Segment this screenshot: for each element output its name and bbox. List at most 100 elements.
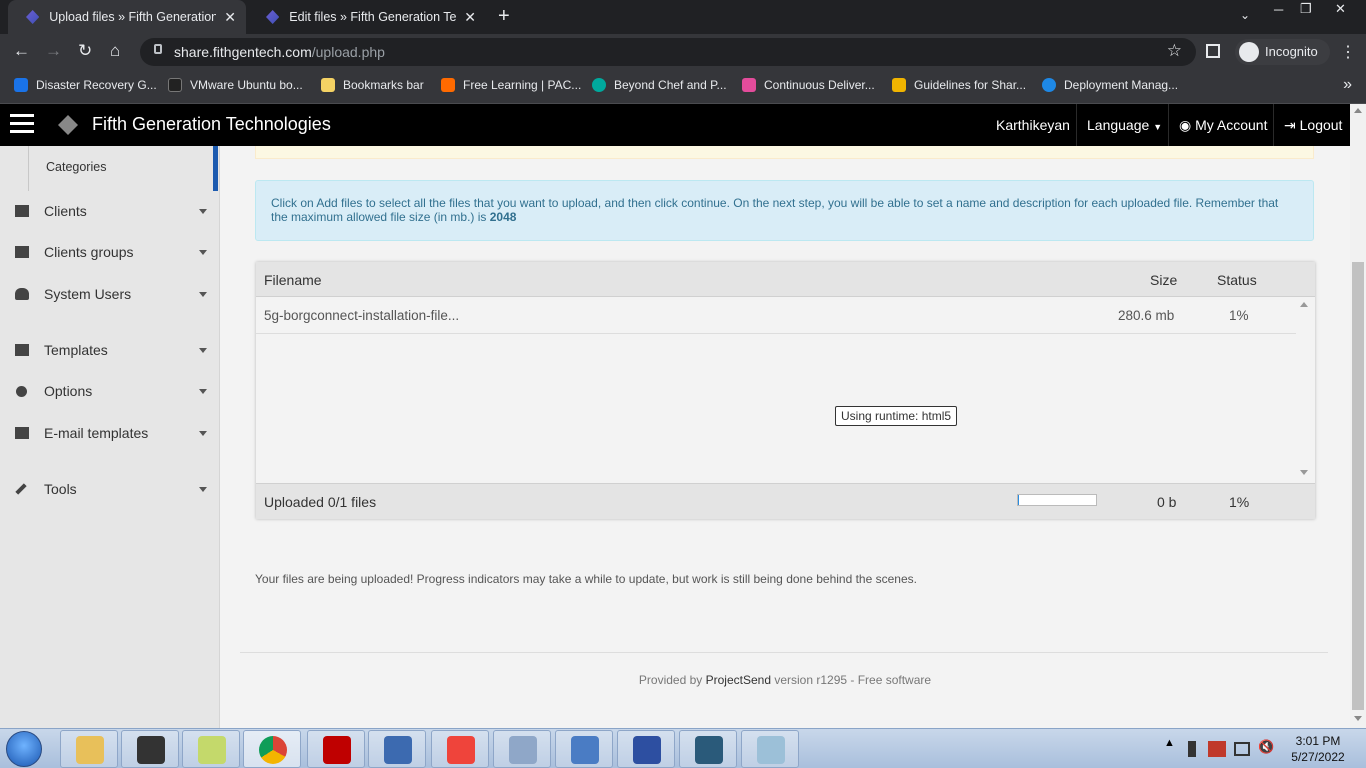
notepad-icon	[757, 736, 785, 764]
tab-close-icon[interactable]: ✕	[464, 9, 476, 26]
tab-search-icon[interactable]: ⌄	[1240, 8, 1250, 22]
envelope-icon	[15, 427, 29, 439]
warning-alert	[255, 146, 1314, 159]
bookmark-item[interactable]: Disaster Recovery G...	[14, 78, 157, 92]
bookmark-star-icon[interactable]: ☆	[1167, 41, 1182, 61]
projectsend-link[interactable]: ProjectSend	[706, 673, 771, 687]
bookmark-item[interactable]: Continuous Deliver...	[742, 78, 875, 92]
network-icon[interactable]	[1234, 742, 1250, 756]
taskbar-app-tools[interactable]	[493, 730, 551, 768]
sidebar-item-clients-groups[interactable]: Clients groups	[0, 234, 218, 270]
tray-app-icon[interactable]	[1188, 741, 1196, 757]
caret-down-icon	[199, 208, 207, 214]
caret-down-icon	[199, 249, 207, 255]
max-size-value: 2048	[489, 210, 517, 224]
taskbar-app-notes[interactable]	[182, 730, 240, 768]
logout-link[interactable]: ⇥ Logout	[1273, 104, 1352, 146]
tab-close-icon[interactable]: ✕	[224, 9, 236, 26]
wrench-icon	[15, 483, 27, 495]
users-icon	[15, 288, 29, 300]
tab-title: Edit files » Fifth Generation Techn	[289, 10, 457, 24]
putty-icon	[633, 736, 661, 764]
caret-down-icon	[199, 347, 207, 353]
bookmark-favicon-icon	[14, 78, 28, 92]
runtime-tooltip: Using runtime: html5	[835, 406, 958, 426]
scroll-down-arrow-icon[interactable]	[1354, 716, 1362, 721]
tray-overflow-icon[interactable]: ▲	[1164, 737, 1175, 749]
more-bookmarks-icon[interactable]: »	[1343, 76, 1352, 94]
hamburger-menu-icon[interactable]	[10, 114, 34, 134]
browser-menu-icon[interactable]: ⋮	[1340, 42, 1356, 62]
bookmark-item[interactable]: VMware Ubuntu bo...	[168, 78, 303, 92]
page-scrollbar[interactable]	[1350, 104, 1366, 728]
user-circle-icon: ◉	[1179, 117, 1192, 133]
footer-credits: Provided by ProjectSend version r1295 - …	[638, 673, 932, 687]
upload-progress-bar	[1017, 494, 1097, 506]
reload-icon[interactable]: ↻	[78, 41, 92, 61]
browser-tab-edit[interactable]: Edit files » Fifth Generation Techn ✕	[248, 0, 486, 34]
bookmark-favicon-icon	[441, 78, 455, 92]
file-row: 5g-borgconnect-installation-file... 280.…	[256, 297, 1296, 334]
taskbar-app-anydesk[interactable]	[431, 730, 489, 768]
taskbar-app-explorer[interactable]	[60, 730, 118, 768]
uploaded-count: Uploaded 0/1 files	[264, 494, 377, 510]
file-name: 5g-borgconnect-installation-file...	[264, 308, 460, 323]
taskbar-app-control-panel[interactable]	[555, 730, 613, 768]
back-arrow-icon[interactable]: ←	[13, 41, 30, 61]
bookmark-item[interactable]: Beyond Chef and P...	[592, 78, 727, 92]
minimize-button[interactable]: ─	[1274, 2, 1283, 17]
browser-tab-upload[interactable]: Upload files » Fifth Generation Te ✕	[8, 0, 246, 34]
language-dropdown[interactable]: Language ▼	[1076, 104, 1172, 146]
sidebar-item-email-templates[interactable]: E-mail templates	[0, 415, 218, 451]
url-text[interactable]: share.fithgentech.com/upload.php	[174, 44, 385, 60]
sidebar-subitem-categories[interactable]: Categories	[0, 146, 218, 191]
taskbar-app-mysql[interactable]	[679, 730, 737, 768]
scrollbar-thumb[interactable]	[1352, 262, 1364, 710]
sidebar-item-tools[interactable]: Tools	[0, 471, 218, 507]
scroll-up-arrow-icon[interactable]	[1300, 302, 1308, 307]
close-window-button[interactable]: ✕	[1335, 1, 1346, 17]
taskbar-app-putty[interactable]	[617, 730, 675, 768]
folder-icon	[321, 78, 335, 92]
column-status: Status	[1217, 272, 1257, 288]
sidebar-item-system-users[interactable]: System Users	[0, 276, 218, 312]
volume-muted-icon[interactable]: 🔇	[1258, 739, 1274, 755]
taskbar-app-filezilla[interactable]	[307, 730, 365, 768]
new-tab-button[interactable]: +	[498, 5, 510, 28]
app-title[interactable]: Fifth Generation Technologies	[92, 114, 331, 135]
scroll-up-arrow-icon[interactable]	[1354, 108, 1362, 113]
start-button[interactable]	[6, 731, 42, 767]
bookmark-item[interactable]: Free Learning | PAC...	[441, 78, 581, 92]
sidebar-item-clients[interactable]: Clients	[0, 193, 218, 229]
sidebar-item-options[interactable]: Options	[0, 373, 218, 409]
caret-down-icon	[199, 486, 207, 492]
system-clock[interactable]: 3:01 PM 5/27/2022	[1280, 733, 1356, 765]
forward-arrow-icon[interactable]: →	[45, 41, 62, 61]
bookmark-favicon-icon	[892, 78, 906, 92]
lock-icon[interactable]	[154, 44, 162, 54]
home-icon[interactable]: ⌂	[110, 41, 120, 61]
caret-down-icon	[199, 430, 207, 436]
restore-button[interactable]: ❐	[1300, 1, 1312, 17]
mysql-workbench-icon	[695, 736, 723, 764]
side-panel-icon[interactable]	[1206, 44, 1220, 58]
taskbar-app-network[interactable]	[368, 730, 426, 768]
folder-icon	[76, 736, 104, 764]
taskbar-app-chrome[interactable]	[243, 730, 301, 768]
sidebar-item-templates[interactable]: Templates	[0, 332, 218, 368]
bookmark-favicon-icon	[168, 78, 182, 92]
scroll-down-arrow-icon[interactable]	[1300, 470, 1308, 475]
file-uploader: Filename Size Status 5g-borgconnect-inst…	[256, 262, 1315, 519]
taskbar-app-notepad[interactable]	[741, 730, 799, 768]
header-username[interactable]: Karthikeyan	[986, 104, 1080, 146]
caret-down-icon: ▼	[1153, 122, 1163, 132]
taskbar-app-terminal[interactable]	[121, 730, 179, 768]
my-account-link[interactable]: ◉ My Account	[1168, 104, 1277, 146]
bookmark-item[interactable]: Guidelines for Shar...	[892, 78, 1026, 92]
bookmark-folder[interactable]: Bookmarks bar	[321, 78, 424, 92]
app-logo	[58, 115, 78, 135]
address-bar[interactable]: share.fithgentech.com/upload.php ☆	[140, 38, 1196, 66]
bookmark-item[interactable]: Deployment Manag...	[1042, 78, 1178, 92]
tray-flag-icon[interactable]	[1208, 741, 1226, 757]
incognito-badge[interactable]: Incognito	[1235, 39, 1330, 65]
